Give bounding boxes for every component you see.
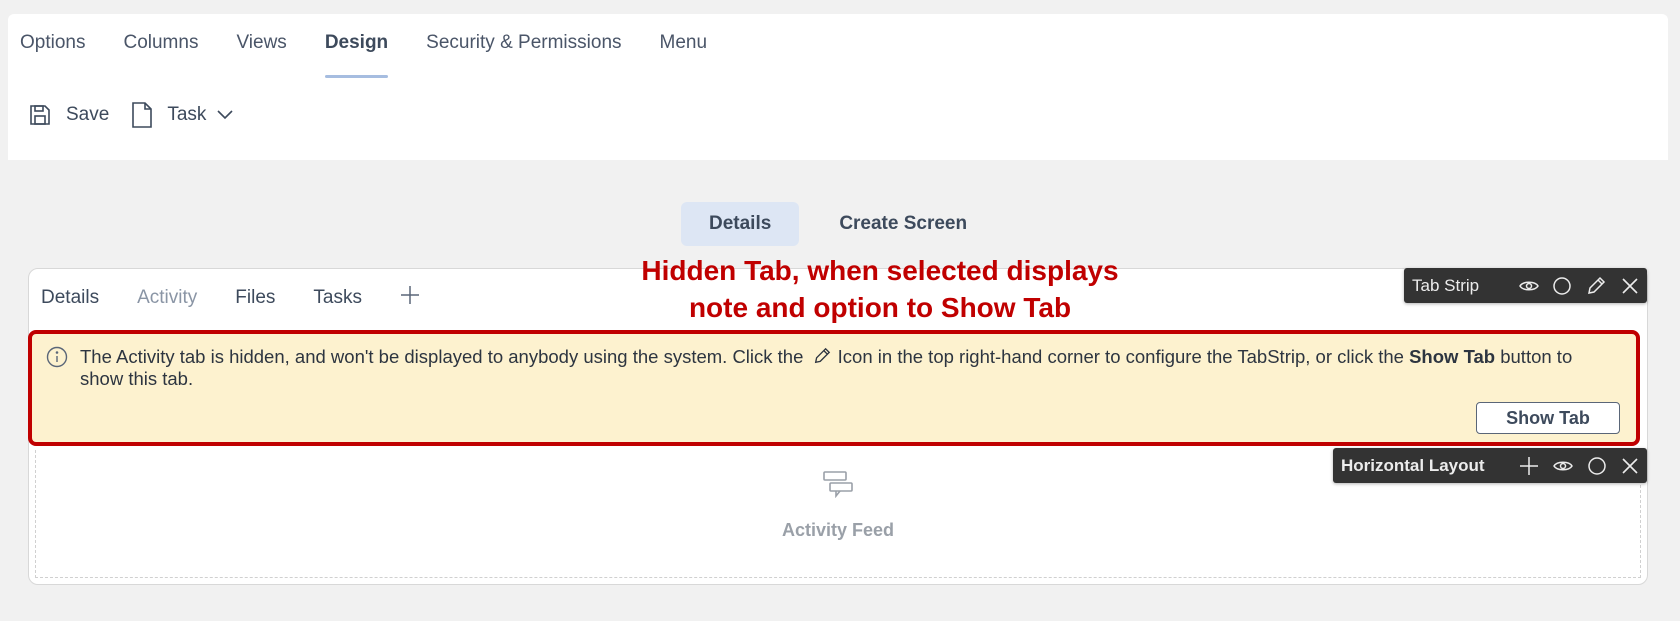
tab-design[interactable]: Design [324, 14, 389, 78]
hidden-tab-notice: The Activity tab is hidden, and won't be… [28, 330, 1640, 446]
plus-icon[interactable] [1512, 449, 1546, 483]
notice-show-tab-bold: Show Tab [1409, 346, 1496, 367]
annotation-callout: Hidden Tab, when selected displays note … [620, 252, 1140, 326]
create-screen-button[interactable]: Create Screen [811, 202, 995, 246]
plus-icon [400, 286, 419, 304]
tab-strip-files[interactable]: Files [235, 287, 275, 309]
pencil-icon [814, 347, 830, 364]
activity-feed-label: Activity Feed [781, 520, 895, 540]
tab-views[interactable]: Views [236, 14, 286, 76]
screen-switcher: Details Create Screen [681, 202, 995, 246]
save-label: Save [66, 104, 110, 125]
tab-strip-details[interactable]: Details [41, 287, 99, 309]
tab-strip-tasks[interactable]: Tasks [313, 287, 362, 309]
pencil-icon[interactable] [1579, 269, 1613, 303]
save-button[interactable]: Save [28, 103, 109, 127]
tab-strip-toolbar-label: Tab Strip [1412, 275, 1480, 295]
details-screen-button[interactable]: Details [681, 202, 800, 246]
tab-security-permissions[interactable]: Security & Permissions [426, 14, 621, 76]
tab-strip-activity[interactable]: Activity [137, 287, 197, 309]
eye-icon[interactable] [1546, 449, 1580, 483]
circle-icon[interactable] [1580, 449, 1614, 483]
document-icon [132, 102, 153, 128]
tab-options[interactable]: Options [20, 14, 85, 76]
show-tab-button[interactable]: Show Tab [1476, 402, 1620, 434]
circle-icon[interactable] [1545, 269, 1579, 303]
notice-text-before: The Activity tab is hidden, and won't be… [80, 346, 809, 367]
horizontal-layout-toolbar: Horizontal Layout [1333, 448, 1647, 483]
design-toolbar: Save Task [28, 102, 256, 128]
chevron-down-icon [217, 110, 233, 120]
notice-message: The Activity tab is hidden, and won't be… [80, 346, 1616, 390]
close-icon[interactable] [1613, 449, 1647, 483]
notice-text-middle: Icon in the top right-hand corner to con… [832, 346, 1410, 367]
top-panel: Options Columns Views Design Security & … [8, 14, 1668, 160]
eye-icon[interactable] [1512, 269, 1546, 303]
add-tab-button[interactable] [400, 285, 420, 311]
tab-strip: Details Activity Files Tasks [41, 285, 420, 311]
tab-menu[interactable]: Menu [660, 14, 708, 76]
chat-icon [823, 471, 853, 498]
task-label: Task [167, 104, 207, 125]
save-icon [30, 105, 50, 125]
close-icon[interactable] [1613, 269, 1647, 303]
task-dropdown[interactable]: Task [131, 102, 234, 128]
top-tabs: Options Columns Views Design Security & … [20, 14, 745, 78]
horizontal-layout-toolbar-label: Horizontal Layout [1341, 455, 1485, 475]
info-icon [46, 346, 68, 368]
annotation-line-1: Hidden Tab, when selected displays [641, 255, 1119, 286]
tab-strip-toolbar: Tab Strip [1404, 268, 1647, 303]
tab-columns[interactable]: Columns [123, 14, 198, 76]
annotation-line-2: note and option to Show Tab [688, 292, 1072, 323]
